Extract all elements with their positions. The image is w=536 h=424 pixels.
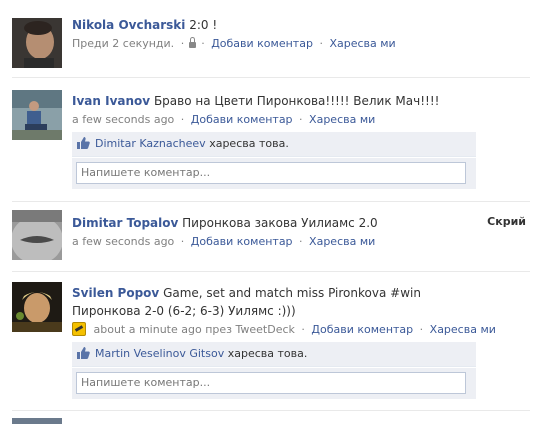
thumbs-up-icon: [76, 135, 90, 149]
like-link[interactable]: Харесва ми: [329, 37, 395, 50]
story-message: Пиронкова закова Уилиамс 2.0: [182, 216, 378, 230]
author-name[interactable]: Ivan Ivanov: [72, 94, 150, 108]
comment-box: Напишете коментар...: [72, 158, 476, 189]
comment-box: Напишете коментар...: [72, 368, 476, 399]
add-comment-link[interactable]: Добави коментар: [191, 235, 293, 248]
story-message: 2:0 !: [189, 18, 218, 32]
add-comment-link[interactable]: Добави коментар: [211, 37, 313, 50]
divider: [12, 410, 530, 411]
comment-input[interactable]: Напишете коментар...: [76, 372, 466, 394]
likes-text: харесва това.: [227, 347, 308, 360]
divider: [12, 201, 530, 202]
author-name[interactable]: Dimitar Topalov: [72, 216, 178, 230]
avatar[interactable]: [12, 18, 62, 68]
author-name[interactable]: Svilen Popov: [72, 286, 159, 300]
like-link[interactable]: Харесва ми: [309, 235, 375, 248]
via-app: през TweetDeck: [205, 323, 295, 336]
likes-summary: Dimitar Kaznacheev харесва това.: [72, 132, 476, 157]
thumbs-up-icon: [76, 345, 90, 359]
hide-button[interactable]: Скрий: [487, 215, 526, 228]
timestamp[interactable]: a few seconds ago: [72, 113, 174, 126]
author-name[interactable]: Nikola Ovcharski: [72, 18, 185, 32]
likes-summary: Martin Veselinov Gitsov харесва това.: [72, 342, 476, 367]
story-message: Браво на Цвети Пиронкова!!!!! Велик Мач!…: [153, 94, 440, 108]
lock-icon: [189, 37, 197, 48]
timestamp[interactable]: a few seconds ago: [72, 235, 174, 248]
comment-input[interactable]: Напишете коментар...: [76, 162, 466, 184]
avatar[interactable]: [12, 418, 62, 424]
like-link[interactable]: Харесва ми: [309, 113, 375, 126]
avatar[interactable]: [12, 90, 62, 140]
timestamp[interactable]: about a minute ago: [94, 323, 202, 336]
divider: [12, 77, 530, 78]
liker-name[interactable]: Martin Veselinov Gitsov: [95, 347, 224, 360]
like-link[interactable]: Харесва ми: [430, 323, 496, 336]
divider: [12, 271, 530, 272]
likes-text: харесва това.: [209, 137, 289, 150]
avatar[interactable]: [12, 210, 62, 260]
timestamp[interactable]: Преди 2 секунди.: [72, 37, 174, 50]
avatar[interactable]: [12, 282, 62, 332]
liker-name[interactable]: Dimitar Kaznacheev: [95, 137, 206, 150]
tweetdeck-icon: [72, 322, 86, 336]
add-comment-link[interactable]: Добави коментар: [191, 113, 293, 126]
add-comment-link[interactable]: Добави коментар: [311, 323, 413, 336]
